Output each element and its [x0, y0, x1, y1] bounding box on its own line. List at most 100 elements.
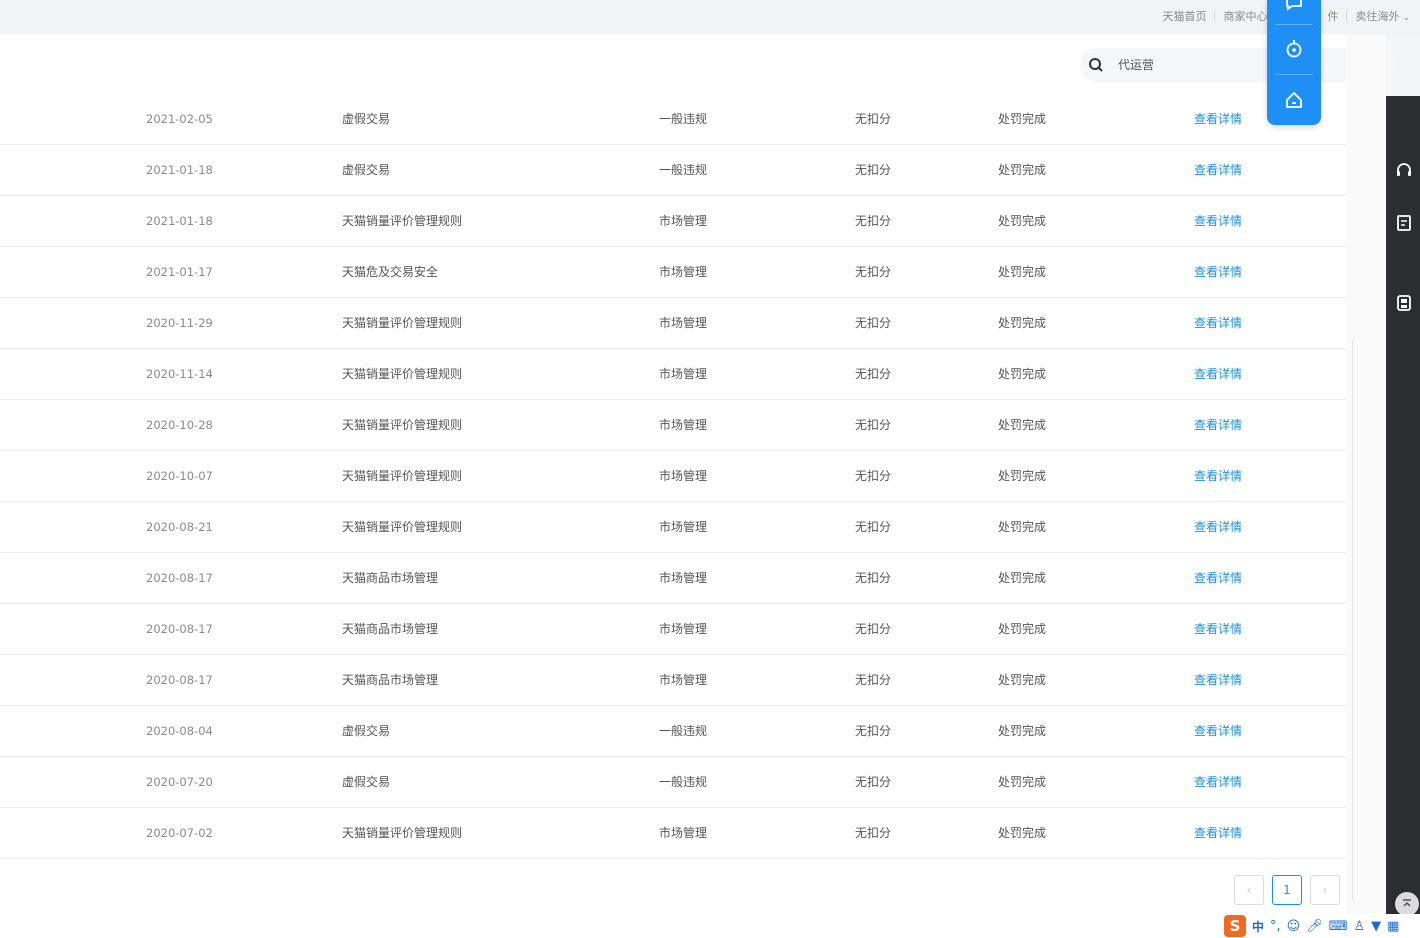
view-details-link[interactable]: 查看详情: [1194, 808, 1242, 858]
row-rule-name: 天猫商品市场管理: [342, 673, 439, 687]
user-icon[interactable]: ♙: [1354, 919, 1366, 934]
row-rule-name: 天猫商品市场管理: [342, 622, 439, 636]
keyboard-icon[interactable]: ⌨: [1329, 919, 1348, 934]
view-details-link[interactable]: 查看详情: [1194, 451, 1242, 501]
panel-divider: [1275, 24, 1313, 25]
row-violation-type: 一般违规: [659, 724, 708, 738]
row-date: 2020-11-29: [146, 316, 213, 330]
prev-page-button[interactable]: ‹: [1234, 875, 1264, 905]
row-violation-type: 市场管理: [659, 367, 708, 381]
row-deduction: 无扣分: [855, 571, 892, 585]
row-status: 处罚完成: [998, 214, 1047, 228]
row-deduction: 无扣分: [855, 418, 892, 432]
row-status: 处罚完成: [998, 367, 1047, 381]
view-details-link[interactable]: 查看详情: [1194, 757, 1242, 807]
penalty-table: 2021-02-05 虚假交易 一般违规 无扣分 处罚完成 查看详情 2021-01-18 虚…: [0, 94, 1346, 859]
row-date: 2020-08-21: [146, 520, 213, 534]
table-row: 2020-07-02 天猫销量评价管理规则 市场管理 无扣分 处罚完成 查看详情: [0, 808, 1346, 859]
row-date: 2020-11-14: [146, 367, 213, 381]
scrollbar-track[interactable]: [1352, 340, 1353, 900]
row-rule-name: 天猫销量评价管理规则: [342, 826, 463, 840]
message-icon[interactable]: [1283, 0, 1305, 14]
row-rule-name: 天猫危及交易安全: [342, 265, 439, 279]
table-row: 2021-01-17 天猫危及交易安全 市场管理 无扣分 处罚完成 查看详情: [0, 247, 1346, 298]
table-row: 2020-08-04 虚假交易 一般违规 无扣分 处罚完成 查看详情: [0, 706, 1346, 757]
table-row: 2021-02-05 虚假交易 一般违规 无扣分 处罚完成 查看详情: [0, 94, 1346, 145]
table-row: 2020-08-17 天猫商品市场管理 市场管理 无扣分 处罚完成 查看详情: [0, 604, 1346, 655]
row-rule-name: 天猫销量评价管理规则: [342, 520, 463, 534]
target-icon[interactable]: [1283, 38, 1305, 60]
row-violation-type: 市场管理: [659, 622, 708, 636]
page-button-1[interactable]: 1: [1272, 875, 1302, 905]
headset-icon[interactable]: [1395, 162, 1413, 180]
table-row: 2020-10-28 天猫销量评价管理规则 市场管理 无扣分 处罚完成 查看详情: [0, 400, 1346, 451]
table-row: 2020-10-07 天猫销量评价管理规则 市场管理 无扣分 处罚完成 查看详情: [0, 451, 1346, 502]
ime-punctuation-toggle[interactable]: °,: [1270, 919, 1281, 934]
row-date: 2020-07-20: [146, 775, 213, 789]
row-violation-type: 一般违规: [659, 775, 708, 789]
row-rule-name: 天猫销量评价管理规则: [342, 316, 463, 330]
row-date: 2021-01-18: [146, 163, 213, 177]
row-status: 处罚完成: [998, 469, 1047, 483]
view-details-link[interactable]: 查看详情: [1194, 196, 1242, 246]
row-deduction: 无扣分: [855, 673, 892, 687]
view-details-link[interactable]: 查看详情: [1194, 655, 1242, 705]
row-violation-type: 市场管理: [659, 520, 708, 534]
row-deduction: 无扣分: [855, 826, 892, 840]
home-icon[interactable]: [1283, 89, 1305, 111]
row-date: 2020-08-04: [146, 724, 213, 738]
view-details-link[interactable]: 查看详情: [1194, 706, 1242, 756]
row-violation-type: 市场管理: [659, 571, 708, 585]
sogou-logo-icon[interactable]: S: [1224, 915, 1246, 937]
top-link-sell-overseas[interactable]: 卖往海外 ⌄: [1347, 8, 1414, 24]
row-violation-type: 市场管理: [659, 265, 708, 279]
microphone-icon[interactable]: 🎤︎: [1306, 919, 1323, 934]
next-page-button[interactable]: ›: [1310, 875, 1340, 905]
table-row: 2020-08-21 天猫销量评价管理规则 市场管理 无扣分 处罚完成 查看详情: [0, 502, 1346, 553]
row-status: 处罚完成: [998, 265, 1047, 279]
row-status: 处罚完成: [998, 316, 1047, 330]
ime-toolbar: S 中 °, ☺ 🎤︎ ⌨ ♙ ▼ ▦: [1220, 914, 1420, 938]
top-link-sell-overseas-label: 卖往海外: [1355, 10, 1400, 23]
top-link-tmall-home[interactable]: 天猫首页: [1154, 8, 1214, 24]
view-details-link[interactable]: 查看详情: [1194, 247, 1242, 297]
back-to-top-button[interactable]: [1395, 892, 1419, 916]
row-rule-name: 虚假交易: [342, 112, 391, 126]
view-details-link[interactable]: 查看详情: [1194, 145, 1242, 195]
row-date: 2020-10-07: [146, 469, 213, 483]
back-to-top-icon: [1403, 899, 1411, 907]
view-details-link[interactable]: 查看详情: [1194, 349, 1242, 399]
row-deduction: 无扣分: [855, 724, 892, 738]
row-violation-type: 一般违规: [659, 163, 708, 177]
chevron-down-icon: ⌄: [1402, 13, 1410, 23]
table-row: 2020-08-17 天猫商品市场管理 市场管理 无扣分 处罚完成 查看详情: [0, 553, 1346, 604]
panel-divider: [1275, 74, 1313, 75]
ime-language-toggle[interactable]: 中: [1252, 918, 1264, 935]
edit-note-icon[interactable]: [1395, 214, 1413, 232]
floating-tool-panel: [1267, 0, 1321, 125]
view-details-link[interactable]: 查看详情: [1194, 604, 1242, 654]
row-violation-type: 市场管理: [659, 673, 708, 687]
top-link-partial[interactable]: 件: [1319, 8, 1346, 24]
toolbox-icon[interactable]: ▦: [1387, 919, 1399, 934]
view-details-link[interactable]: 查看详情: [1194, 298, 1242, 348]
emoji-icon[interactable]: ☺: [1287, 919, 1301, 934]
view-details-link[interactable]: 查看详情: [1194, 400, 1242, 450]
row-date: 2020-10-28: [146, 418, 213, 432]
row-deduction: 无扣分: [855, 520, 892, 534]
skin-icon[interactable]: ▼: [1371, 919, 1381, 934]
row-rule-name: 虚假交易: [342, 163, 391, 177]
view-details-link[interactable]: 查看详情: [1194, 553, 1242, 603]
row-status: 处罚完成: [998, 673, 1047, 687]
view-details-link[interactable]: 查看详情: [1194, 94, 1242, 144]
top-bar: 天猫首页 商家中心 件 卖往海外 ⌄: [0, 0, 1420, 34]
pagination: ‹ 1 ›: [1234, 875, 1340, 905]
save-icon[interactable]: [1395, 294, 1413, 312]
row-date: 2021-01-18: [146, 214, 213, 228]
row-date: 2020-08-17: [146, 571, 213, 585]
table-row: 2020-07-20 虚假交易 一般违规 无扣分 处罚完成 查看详情: [0, 757, 1346, 808]
view-details-link[interactable]: 查看详情: [1194, 502, 1242, 552]
table-row: 2020-11-14 天猫销量评价管理规则 市场管理 无扣分 处罚完成 查看详情: [0, 349, 1346, 400]
row-deduction: 无扣分: [855, 316, 892, 330]
row-date: 2020-07-02: [146, 826, 213, 840]
